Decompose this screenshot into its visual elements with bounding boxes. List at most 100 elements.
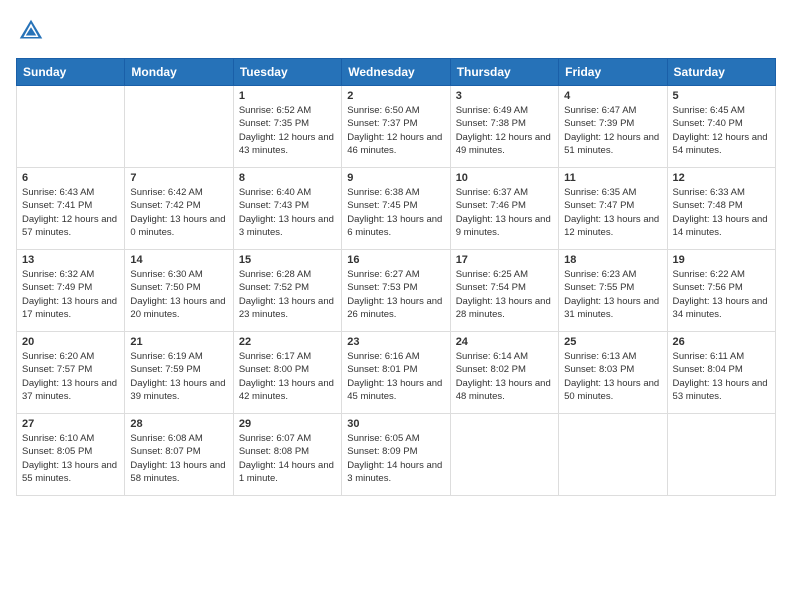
calendar-cell: 10 Sunrise: 6:37 AMSunset: 7:46 PMDayligh… [450,168,558,250]
day-number: 13 [22,254,119,266]
weekday-header-wednesday: Wednesday [342,59,450,86]
week-row-2: 6 Sunrise: 6:43 AMSunset: 7:41 PMDaylight… [17,168,776,250]
calendar-cell: 13 Sunrise: 6:32 AMSunset: 7:49 PMDayligh… [17,250,125,332]
weekday-header-thursday: Thursday [450,59,558,86]
day-detail: Sunrise: 6:50 AMSunset: 7:37 PMDaylight:… [347,104,444,157]
day-detail: Sunrise: 6:05 AMSunset: 8:09 PMDaylight:… [347,432,444,485]
calendar-cell: 23 Sunrise: 6:16 AMSunset: 8:01 PMDayligh… [342,332,450,414]
calendar-cell: 11 Sunrise: 6:35 AMSunset: 7:47 PMDayligh… [559,168,667,250]
day-number: 30 [347,418,444,430]
calendar-cell: 7 Sunrise: 6:42 AMSunset: 7:42 PMDaylight… [125,168,233,250]
calendar-cell: 28 Sunrise: 6:08 AMSunset: 8:07 PMDayligh… [125,414,233,496]
calendar-cell: 21 Sunrise: 6:19 AMSunset: 7:59 PMDayligh… [125,332,233,414]
calendar-cell [450,414,558,496]
day-number: 7 [130,172,227,184]
day-number: 27 [22,418,119,430]
day-detail: Sunrise: 6:45 AMSunset: 7:40 PMDaylight:… [673,104,770,157]
week-row-3: 13 Sunrise: 6:32 AMSunset: 7:49 PMDayligh… [17,250,776,332]
calendar-cell: 8Sunrise: 6:40 AMSunset: 7:43 PMDaylight… [233,168,341,250]
day-detail: Sunrise: 6:37 AMSunset: 7:46 PMDaylight:… [456,186,553,239]
day-detail: Sunrise: 6:10 AMSunset: 8:05 PMDaylight:… [22,432,119,485]
day-number: 21 [130,336,227,348]
day-number: 24 [456,336,553,348]
day-number: 8 [239,172,336,184]
calendar-cell: 26 Sunrise: 6:11 AMSunset: 8:04 PMDayligh… [667,332,775,414]
day-number: 18 [564,254,661,266]
weekday-header-row: SundayMondayTuesdayWednesdayThursdayFrid… [17,59,776,86]
calendar-cell: 5 Sunrise: 6:45 AMSunset: 7:40 PMDaylight… [667,86,775,168]
weekday-header-tuesday: Tuesday [233,59,341,86]
calendar-cell: 24 Sunrise: 6:14 AMSunset: 8:02 PMDayligh… [450,332,558,414]
day-detail: Sunrise: 6:20 AMSunset: 7:57 PMDaylight:… [22,350,119,403]
day-detail: Sunrise: 6:32 AMSunset: 7:49 PMDaylight:… [22,268,119,321]
week-row-4: 20 Sunrise: 6:20 AMSunset: 7:57 PMDayligh… [17,332,776,414]
weekday-header-friday: Friday [559,59,667,86]
calendar-cell [667,414,775,496]
calendar: SundayMondayTuesdayWednesdayThursdayFrid… [16,58,776,496]
weekday-header-monday: Monday [125,59,233,86]
day-detail: Sunrise: 6:16 AMSunset: 8:01 PMDaylight:… [347,350,444,403]
day-number: 26 [673,336,770,348]
calendar-cell [17,86,125,168]
day-number: 1 [239,90,336,102]
day-number: 3 [456,90,553,102]
day-number: 23 [347,336,444,348]
day-detail: Sunrise: 6:19 AMSunset: 7:59 PMDaylight:… [130,350,227,403]
calendar-cell: 20 Sunrise: 6:20 AMSunset: 7:57 PMDayligh… [17,332,125,414]
calendar-cell: 9 Sunrise: 6:38 AMSunset: 7:45 PMDaylight… [342,168,450,250]
calendar-cell: 12Sunrise: 6:33 AMSunset: 7:48 PMDayligh… [667,168,775,250]
weekday-header-sunday: Sunday [17,59,125,86]
day-detail: Sunrise: 6:49 AMSunset: 7:38 PMDaylight:… [456,104,553,157]
day-detail: Sunrise: 6:42 AMSunset: 7:42 PMDaylight:… [130,186,227,239]
day-detail: Sunrise: 6:07 AMSunset: 8:08 PMDaylight:… [239,432,336,485]
page: SundayMondayTuesdayWednesdayThursdayFrid… [0,0,792,512]
day-number: 9 [347,172,444,184]
calendar-cell [559,414,667,496]
day-number: 15 [239,254,336,266]
logo [16,16,50,46]
day-detail: Sunrise: 6:27 AMSunset: 7:53 PMDaylight:… [347,268,444,321]
day-number: 10 [456,172,553,184]
calendar-cell: 19 Sunrise: 6:22 AMSunset: 7:56 PMDayligh… [667,250,775,332]
calendar-cell: 27 Sunrise: 6:10 AMSunset: 8:05 PMDayligh… [17,414,125,496]
day-detail: Sunrise: 6:47 AMSunset: 7:39 PMDaylight:… [564,104,661,157]
week-row-1: 1 Sunrise: 6:52 AMSunset: 7:35 PMDaylight… [17,86,776,168]
day-detail: Sunrise: 6:35 AMSunset: 7:47 PMDaylight:… [564,186,661,239]
day-number: 11 [564,172,661,184]
day-detail: Sunrise: 6:30 AMSunset: 7:50 PMDaylight:… [130,268,227,321]
day-detail: Sunrise: 6:25 AMSunset: 7:54 PMDaylight:… [456,268,553,321]
day-detail: Sunrise: 6:52 AMSunset: 7:35 PMDaylight:… [239,104,336,157]
day-number: 19 [673,254,770,266]
day-number: 20 [22,336,119,348]
day-number: 28 [130,418,227,430]
calendar-cell: 2 Sunrise: 6:50 AMSunset: 7:37 PMDaylight… [342,86,450,168]
weekday-header-saturday: Saturday [667,59,775,86]
day-number: 2 [347,90,444,102]
calendar-cell: 6 Sunrise: 6:43 AMSunset: 7:41 PMDaylight… [17,168,125,250]
day-detail: Sunrise: 6:38 AMSunset: 7:45 PMDaylight:… [347,186,444,239]
day-number: 25 [564,336,661,348]
day-detail: Sunrise: 6:22 AMSunset: 7:56 PMDaylight:… [673,268,770,321]
day-detail: Sunrise: 6:11 AMSunset: 8:04 PMDaylight:… [673,350,770,403]
day-detail: Sunrise: 6:14 AMSunset: 8:02 PMDaylight:… [456,350,553,403]
day-number: 6 [22,172,119,184]
day-number: 14 [130,254,227,266]
day-number: 4 [564,90,661,102]
day-detail: Sunrise: 6:43 AMSunset: 7:41 PMDaylight:… [22,186,119,239]
day-number: 16 [347,254,444,266]
calendar-cell: 16 Sunrise: 6:27 AMSunset: 7:53 PMDayligh… [342,250,450,332]
calendar-cell: 1 Sunrise: 6:52 AMSunset: 7:35 PMDaylight… [233,86,341,168]
day-number: 12 [673,172,770,184]
calendar-cell: 25Sunrise: 6:13 AMSunset: 8:03 PMDayligh… [559,332,667,414]
calendar-cell: 3 Sunrise: 6:49 AMSunset: 7:38 PMDaylight… [450,86,558,168]
day-detail: Sunrise: 6:08 AMSunset: 8:07 PMDaylight:… [130,432,227,485]
day-number: 29 [239,418,336,430]
header [16,16,776,46]
calendar-cell [125,86,233,168]
calendar-cell: 30 Sunrise: 6:05 AMSunset: 8:09 PMDayligh… [342,414,450,496]
day-number: 5 [673,90,770,102]
calendar-cell: 15 Sunrise: 6:28 AMSunset: 7:52 PMDayligh… [233,250,341,332]
day-detail: Sunrise: 6:28 AMSunset: 7:52 PMDaylight:… [239,268,336,321]
day-number: 22 [239,336,336,348]
calendar-cell: 18Sunrise: 6:23 AMSunset: 7:55 PMDayligh… [559,250,667,332]
